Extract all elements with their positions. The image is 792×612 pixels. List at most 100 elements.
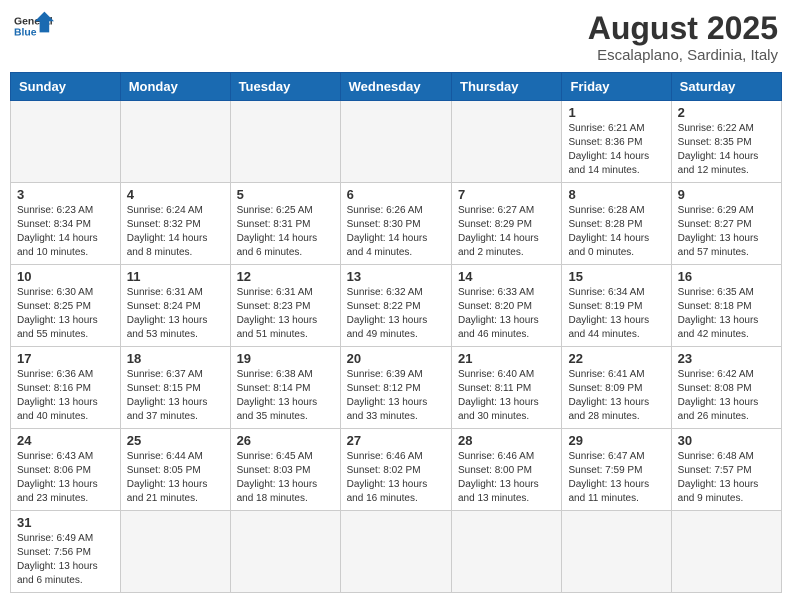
calendar-cell: 31Sunrise: 6:49 AM Sunset: 7:56 PM Dayli… xyxy=(11,511,121,593)
day-number: 5 xyxy=(237,187,334,202)
week-row: 3 Sunrise: 6:23 AM Sunset: 8:34 PM Daylig… xyxy=(11,183,782,265)
day-info: Sunrise: 6:31 AM Sunset: 8:23 PM Dayligh… xyxy=(237,286,334,342)
day-number: 23 xyxy=(678,351,775,366)
day-info: Sunrise: 6:23 AM Sunset: 8:34 PM Dayligh… xyxy=(17,204,114,260)
day-info: Sunrise: 6:41 AM Sunset: 8:09 PM Dayligh… xyxy=(568,368,664,424)
weekday-header: Wednesday xyxy=(340,73,451,101)
weekday-header: Thursday xyxy=(452,73,562,101)
calendar-cell xyxy=(340,101,451,183)
day-info: Sunrise: 6:38 AM Sunset: 8:14 PM Dayligh… xyxy=(237,368,334,424)
calendar-cell: 18Sunrise: 6:37 AM Sunset: 8:15 PM Dayli… xyxy=(120,347,230,429)
weekday-header: Friday xyxy=(562,73,671,101)
week-row: 10 Sunrise: 6:30 AM Sunset: 8:25 PM Dayli… xyxy=(11,265,782,347)
calendar-cell xyxy=(452,101,562,183)
day-info: Sunrise: 6:32 AM Sunset: 8:22 PM Dayligh… xyxy=(347,286,445,342)
day-number: 17 xyxy=(17,351,114,366)
day-number: 28 xyxy=(458,433,555,448)
day-info: Sunrise: 6:31 AM Sunset: 8:24 PM Dayligh… xyxy=(127,286,224,342)
day-info: Sunrise: 6:35 AM Sunset: 8:18 PM Dayligh… xyxy=(678,286,775,342)
day-number: 29 xyxy=(568,433,664,448)
calendar-cell: 27 Sunrise: 6:46 AM Sunset: 8:02 PM Dayli… xyxy=(340,429,451,511)
day-number: 8 xyxy=(568,187,664,202)
calendar-cell: 28 Sunrise: 6:46 AM Sunset: 8:00 PM Dayli… xyxy=(452,429,562,511)
calendar-cell: 22 Sunrise: 6:41 AM Sunset: 8:09 PM Dayli… xyxy=(562,347,671,429)
day-number: 2 xyxy=(678,105,775,120)
calendar-cell xyxy=(230,101,340,183)
day-number: 14 xyxy=(458,269,555,284)
calendar-cell: 24 Sunrise: 6:43 AM Sunset: 8:06 PM Dayli… xyxy=(11,429,121,511)
week-row: 31Sunrise: 6:49 AM Sunset: 7:56 PM Dayli… xyxy=(11,511,782,593)
day-info: Sunrise: 6:46 AM Sunset: 8:02 PM Dayligh… xyxy=(347,450,445,506)
day-number: 20 xyxy=(347,351,445,366)
day-info: Sunrise: 6:29 AM Sunset: 8:27 PM Dayligh… xyxy=(678,204,775,260)
day-number: 27 xyxy=(347,433,445,448)
weekday-header-row: SundayMondayTuesdayWednesdayThursdayFrid… xyxy=(11,73,782,101)
calendar-title: August 2025 xyxy=(588,10,778,47)
day-info: Sunrise: 6:34 AM Sunset: 8:19 PM Dayligh… xyxy=(568,286,664,342)
calendar-cell: 3 Sunrise: 6:23 AM Sunset: 8:34 PM Daylig… xyxy=(11,183,121,265)
week-row: 24 Sunrise: 6:43 AM Sunset: 8:06 PM Dayli… xyxy=(11,429,782,511)
calendar-cell: 2 Sunrise: 6:22 AM Sunset: 8:35 PM Daylig… xyxy=(671,101,781,183)
day-info: Sunrise: 6:22 AM Sunset: 8:35 PM Dayligh… xyxy=(678,122,775,178)
day-number: 6 xyxy=(347,187,445,202)
calendar-cell: 1Sunrise: 6:21 AM Sunset: 8:36 PM Daylig… xyxy=(562,101,671,183)
calendar-cell xyxy=(120,101,230,183)
day-number: 10 xyxy=(17,269,114,284)
day-number: 25 xyxy=(127,433,224,448)
calendar-cell: 8 Sunrise: 6:28 AM Sunset: 8:28 PM Daylig… xyxy=(562,183,671,265)
calendar-cell: 25 Sunrise: 6:44 AM Sunset: 8:05 PM Dayli… xyxy=(120,429,230,511)
day-number: 22 xyxy=(568,351,664,366)
calendar-cell: 30Sunrise: 6:48 AM Sunset: 7:57 PM Dayli… xyxy=(671,429,781,511)
calendar-cell: 20Sunrise: 6:39 AM Sunset: 8:12 PM Dayli… xyxy=(340,347,451,429)
calendar-cell xyxy=(340,511,451,593)
day-info: Sunrise: 6:46 AM Sunset: 8:00 PM Dayligh… xyxy=(458,450,555,506)
calendar-table: SundayMondayTuesdayWednesdayThursdayFrid… xyxy=(10,72,782,593)
day-number: 21 xyxy=(458,351,555,366)
calendar-cell: 7Sunrise: 6:27 AM Sunset: 8:29 PM Daylig… xyxy=(452,183,562,265)
calendar-subtitle: Escalaplano, Sardinia, Italy xyxy=(588,47,778,64)
day-number: 13 xyxy=(347,269,445,284)
day-info: Sunrise: 6:27 AM Sunset: 8:29 PM Dayligh… xyxy=(458,204,555,260)
day-number: 11 xyxy=(127,269,224,284)
calendar-cell: 14 Sunrise: 6:33 AM Sunset: 8:20 PM Dayli… xyxy=(452,265,562,347)
day-info: Sunrise: 6:28 AM Sunset: 8:28 PM Dayligh… xyxy=(568,204,664,260)
day-info: Sunrise: 6:44 AM Sunset: 8:05 PM Dayligh… xyxy=(127,450,224,506)
day-info: Sunrise: 6:30 AM Sunset: 8:25 PM Dayligh… xyxy=(17,286,114,342)
page-header: General Blue August 2025 Escalaplano, Sa… xyxy=(10,10,782,64)
calendar-cell xyxy=(671,511,781,593)
calendar-cell xyxy=(562,511,671,593)
day-number: 3 xyxy=(17,187,114,202)
day-info: Sunrise: 6:21 AM Sunset: 8:36 PM Dayligh… xyxy=(568,122,664,178)
day-number: 26 xyxy=(237,433,334,448)
calendar-cell: 9 Sunrise: 6:29 AM Sunset: 8:27 PM Daylig… xyxy=(671,183,781,265)
day-number: 18 xyxy=(127,351,224,366)
day-info: Sunrise: 6:33 AM Sunset: 8:20 PM Dayligh… xyxy=(458,286,555,342)
day-info: Sunrise: 6:25 AM Sunset: 8:31 PM Dayligh… xyxy=(237,204,334,260)
day-number: 12 xyxy=(237,269,334,284)
calendar-cell xyxy=(452,511,562,593)
day-info: Sunrise: 6:47 AM Sunset: 7:59 PM Dayligh… xyxy=(568,450,664,506)
day-number: 30 xyxy=(678,433,775,448)
calendar-cell: 19Sunrise: 6:38 AM Sunset: 8:14 PM Dayli… xyxy=(230,347,340,429)
calendar-cell: 11 Sunrise: 6:31 AM Sunset: 8:24 PM Dayli… xyxy=(120,265,230,347)
weekday-header: Saturday xyxy=(671,73,781,101)
day-info: Sunrise: 6:42 AM Sunset: 8:08 PM Dayligh… xyxy=(678,368,775,424)
weekday-header: Tuesday xyxy=(230,73,340,101)
calendar-cell: 17Sunrise: 6:36 AM Sunset: 8:16 PM Dayli… xyxy=(11,347,121,429)
day-info: Sunrise: 6:24 AM Sunset: 8:32 PM Dayligh… xyxy=(127,204,224,260)
title-area: August 2025 Escalaplano, Sardinia, Italy xyxy=(588,10,778,64)
weekday-header: Sunday xyxy=(11,73,121,101)
day-number: 9 xyxy=(678,187,775,202)
day-info: Sunrise: 6:49 AM Sunset: 7:56 PM Dayligh… xyxy=(17,532,114,588)
day-info: Sunrise: 6:45 AM Sunset: 8:03 PM Dayligh… xyxy=(237,450,334,506)
calendar-cell xyxy=(230,511,340,593)
logo-icon: General Blue xyxy=(14,10,54,42)
day-number: 4 xyxy=(127,187,224,202)
calendar-cell: 15Sunrise: 6:34 AM Sunset: 8:19 PM Dayli… xyxy=(562,265,671,347)
calendar-cell xyxy=(120,511,230,593)
calendar-cell: 10 Sunrise: 6:30 AM Sunset: 8:25 PM Dayli… xyxy=(11,265,121,347)
calendar-cell: 13 Sunrise: 6:32 AM Sunset: 8:22 PM Dayli… xyxy=(340,265,451,347)
calendar-cell: 12 Sunrise: 6:31 AM Sunset: 8:23 PM Dayli… xyxy=(230,265,340,347)
day-info: Sunrise: 6:43 AM Sunset: 8:06 PM Dayligh… xyxy=(17,450,114,506)
day-number: 24 xyxy=(17,433,114,448)
